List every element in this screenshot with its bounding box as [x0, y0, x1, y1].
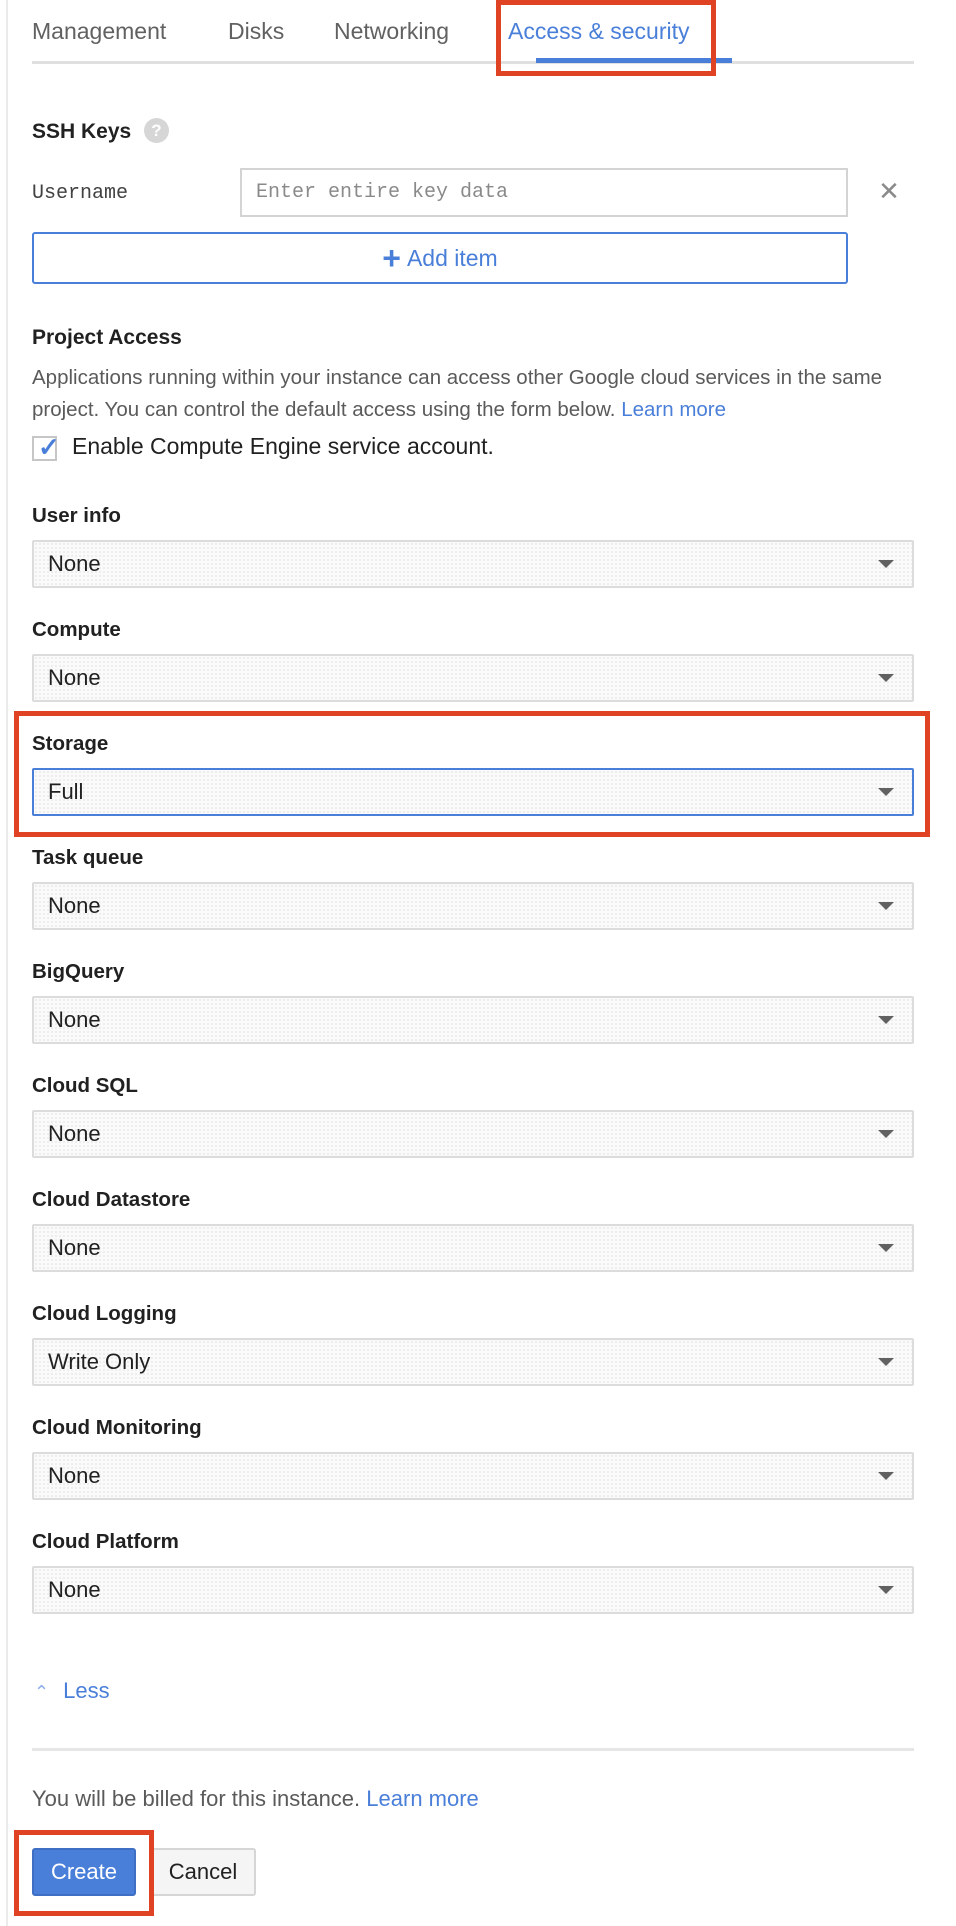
scope-label-cloud-platform: Cloud Platform: [32, 1530, 179, 1553]
service-account-checkbox[interactable]: ✓: [32, 432, 60, 462]
add-item-label: Add item: [406, 245, 498, 271]
checkmark-icon: ✓: [38, 432, 60, 462]
dropdown-caret-icon: [878, 560, 894, 568]
tab-disks[interactable]: Disks: [228, 18, 284, 45]
description-text: Applications running within your instanc…: [32, 366, 883, 421]
dropdown-caret-icon: [878, 1244, 894, 1252]
scope-select-bigquery[interactable]: None: [32, 996, 914, 1044]
scope-select-cloud-monitoring[interactable]: None: [32, 1452, 914, 1500]
ssh-key-input[interactable]: Enter entire key data: [240, 168, 848, 217]
scope-value-cloud-logging: Write Only: [48, 1349, 151, 1374]
tab-bar: Management Disks Networking Access & sec…: [32, 0, 914, 64]
help-icon[interactable]: ?: [144, 118, 169, 143]
username-label: Username: [32, 182, 129, 205]
cancel-button[interactable]: Cancel: [150, 1848, 256, 1896]
project-access-description: Applications running within your instanc…: [32, 362, 912, 426]
scope-label-compute: Compute: [32, 618, 121, 641]
add-item-button[interactable]: + Add item: [32, 232, 848, 284]
dropdown-caret-icon: [878, 1358, 894, 1366]
dropdown-caret-icon: [878, 1016, 894, 1024]
dropdown-caret-icon: [878, 1130, 894, 1138]
plus-icon: +: [382, 240, 401, 276]
scope-value-user-info: None: [48, 551, 101, 576]
scope-select-cloud-platform[interactable]: None: [32, 1566, 914, 1614]
scope-select-cloud-logging[interactable]: Write Only: [32, 1338, 914, 1386]
create-instance-page: Management Disks Networking Access & sec…: [0, 0, 956, 1926]
scope-label-user-info: User info: [32, 504, 121, 527]
dropdown-caret-icon: [878, 1472, 894, 1480]
scope-label-cloud-monitoring: Cloud Monitoring: [32, 1416, 202, 1439]
close-icon[interactable]: ✕: [876, 178, 902, 204]
scope-value-cloud-monitoring: None: [48, 1463, 101, 1488]
scope-value-task-queue: None: [48, 893, 101, 918]
scope-select-compute[interactable]: None: [32, 654, 914, 702]
tab-networking[interactable]: Networking: [334, 18, 449, 45]
scope-label-task-queue: Task queue: [32, 846, 144, 869]
scope-label-cloud-logging: Cloud Logging: [32, 1302, 177, 1325]
scope-label-bigquery: BigQuery: [32, 960, 125, 983]
divider: [32, 1748, 914, 1751]
learn-more-link[interactable]: Learn more: [621, 398, 726, 421]
scope-select-cloud-datastore[interactable]: None: [32, 1224, 914, 1272]
billing-learn-more-link[interactable]: Learn more: [366, 1786, 479, 1811]
scope-value-bigquery: None: [48, 1007, 101, 1032]
scope-select-cloud-sql[interactable]: None: [32, 1110, 914, 1158]
scope-select-user-info[interactable]: None: [32, 540, 914, 588]
highlight-storage: [14, 711, 930, 837]
scope-value-cloud-datastore: None: [48, 1235, 101, 1260]
scope-value-compute: None: [48, 665, 101, 690]
billing-text: You will be billed for this instance.: [32, 1786, 361, 1811]
scope-select-task-queue[interactable]: None: [32, 882, 914, 930]
less-toggle[interactable]: ⌃ Less: [34, 1678, 110, 1704]
dropdown-caret-icon: [878, 674, 894, 682]
dropdown-caret-icon: [878, 1586, 894, 1594]
dropdown-caret-icon: [878, 902, 894, 910]
less-label: Less: [63, 1678, 110, 1703]
scope-label-cloud-datastore: Cloud Datastore: [32, 1188, 191, 1211]
tab-management[interactable]: Management: [32, 18, 166, 45]
service-account-label: Enable Compute Engine service account.: [72, 433, 494, 459]
left-border: [6, 0, 8, 1926]
ssh-keys-title: SSH Keys: [32, 120, 132, 143]
billing-notice: You will be billed for this instance. Le…: [32, 1786, 479, 1812]
scope-label-cloud-sql: Cloud SQL: [32, 1074, 138, 1097]
scope-value-cloud-platform: None: [48, 1577, 101, 1602]
highlight-tab: [496, 0, 716, 76]
scope-value-cloud-sql: None: [48, 1121, 101, 1146]
highlight-create: [14, 1830, 154, 1916]
project-access-title: Project Access: [32, 326, 182, 349]
chevron-up-icon: ⌃: [34, 1682, 50, 1702]
